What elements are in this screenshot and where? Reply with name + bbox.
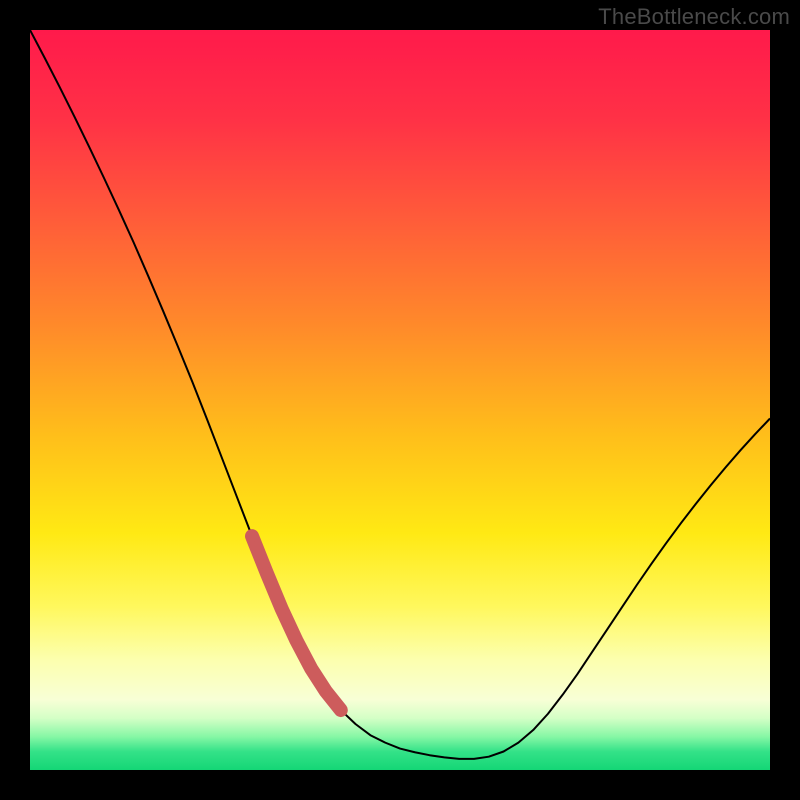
highlight-bead bbox=[320, 686, 332, 698]
watermark-text: TheBottleneck.com bbox=[598, 4, 790, 30]
gradient-background bbox=[30, 30, 770, 770]
highlight-bead bbox=[246, 530, 258, 542]
chart-frame: TheBottleneck.com bbox=[0, 0, 800, 800]
plot-area bbox=[30, 30, 770, 770]
highlight-bead bbox=[335, 704, 347, 716]
highlight-bead bbox=[261, 567, 273, 579]
chart-svg bbox=[30, 30, 770, 770]
highlight-bead bbox=[290, 635, 302, 647]
highlight-bead bbox=[276, 603, 288, 615]
highlight-bead bbox=[305, 663, 317, 675]
